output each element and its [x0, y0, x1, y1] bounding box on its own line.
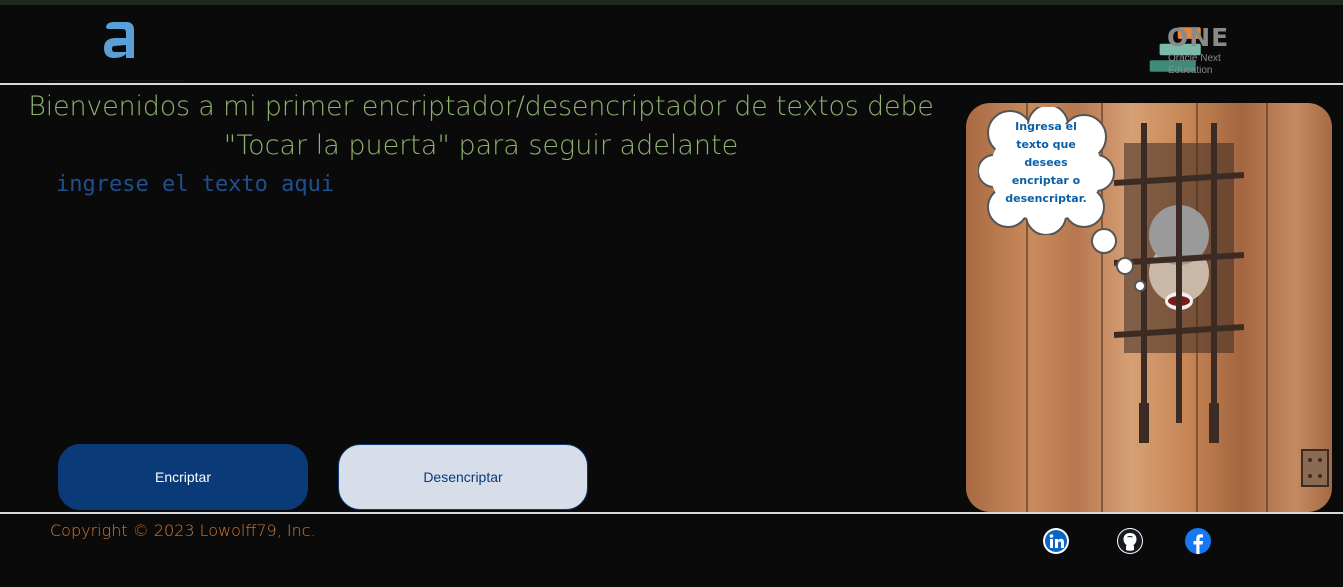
- facebook-icon[interactable]: [1185, 528, 1211, 554]
- one-logo-subtitle-1: Oracle Next: [1168, 53, 1221, 64]
- header-divider: [0, 83, 1343, 85]
- door-lock-icon: [1301, 449, 1329, 487]
- github-icon[interactable]: [1117, 528, 1143, 554]
- page-title-line-2: "Tocar la puerta" para seguir adelante: [223, 130, 739, 161]
- bubble-line: Ingresa el: [1015, 120, 1077, 133]
- bubble-line: desees: [1024, 156, 1068, 169]
- alura-a-logo-icon[interactable]: [100, 20, 140, 64]
- copyright-text: Copyright © 2023 Lowolff79, Inc.: [50, 521, 316, 540]
- one-logo-subtitle-2: Education: [1168, 65, 1213, 76]
- linkedin-icon[interactable]: [1043, 528, 1069, 554]
- bubble-line: encriptar o: [1011, 174, 1081, 187]
- decrypt-button-label: Desencriptar: [423, 469, 503, 485]
- decrypt-button[interactable]: Desencriptar: [338, 444, 588, 510]
- bubble-line: texto que: [1016, 138, 1076, 151]
- bubble-line: desencriptar.: [1005, 192, 1087, 205]
- thought-bubble-tail-icon: [1091, 228, 1146, 292]
- logo-underline: [50, 70, 185, 81]
- one-logo-title: ONE: [1167, 23, 1230, 52]
- encrypt-button-label: Encriptar: [154, 469, 212, 485]
- page-title-line-1: Bienvenidos a mi primer encriptador/dese…: [28, 91, 934, 122]
- thought-bubble-text: Ingresa el texto que desees encriptar o …: [990, 118, 1102, 208]
- footer-divider: [0, 512, 1343, 514]
- page-title: Bienvenidos a mi primer encriptador/dese…: [0, 88, 962, 166]
- encrypt-button[interactable]: Encriptar: [58, 444, 308, 510]
- text-input[interactable]: [50, 168, 942, 436]
